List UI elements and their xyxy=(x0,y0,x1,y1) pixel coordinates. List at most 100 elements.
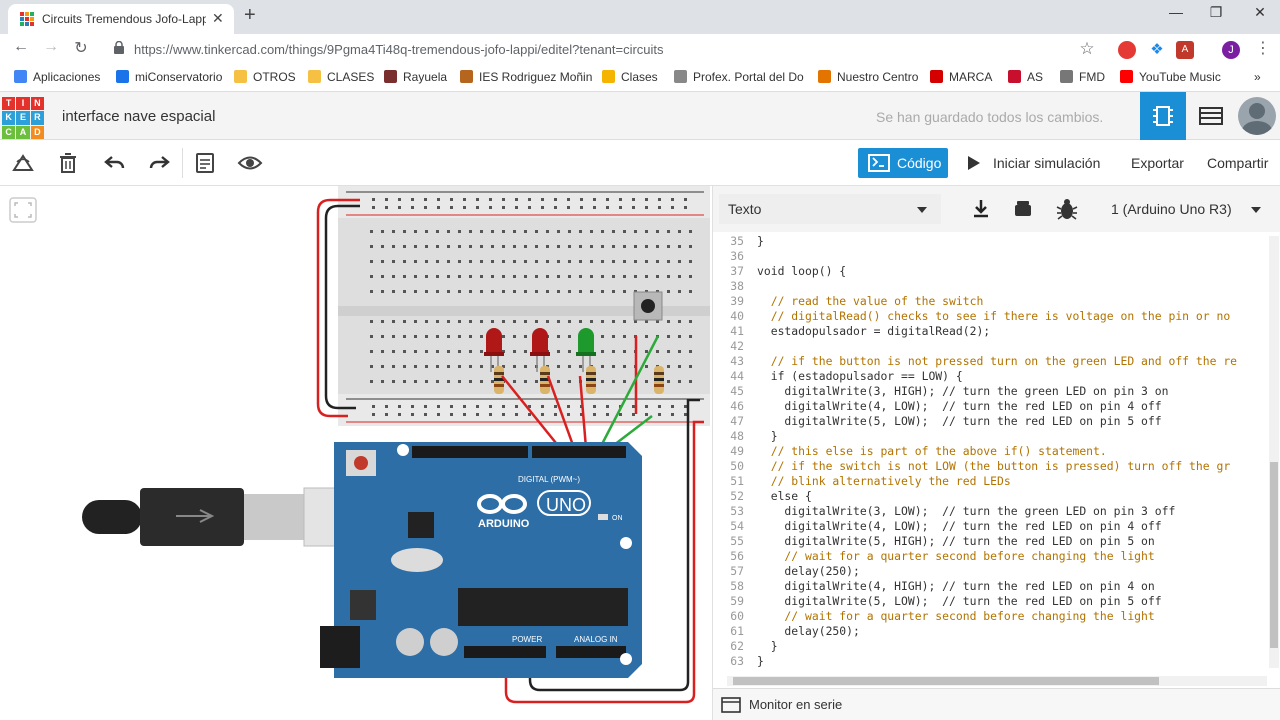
code-line[interactable]: 44 if (estadopulsador == LOW) { xyxy=(713,369,1269,384)
code-line[interactable]: 53 digitalWrite(3, LOW); // turn the gre… xyxy=(713,504,1269,519)
redo-icon[interactable] xyxy=(146,150,172,176)
browser-menu-icon[interactable]: ⋮ xyxy=(1252,38,1274,58)
code-line[interactable]: 48 } xyxy=(713,429,1269,444)
line-number: 40 xyxy=(730,309,744,323)
vertical-scroll-thumb[interactable] xyxy=(1270,462,1278,648)
bookmark-item[interactable]: MARCA xyxy=(930,70,992,84)
code-line[interactable]: 51 // blink alternatively the red LEDs xyxy=(713,474,1269,489)
window-close-icon[interactable]: ✕ xyxy=(1240,4,1280,21)
tab-close-icon[interactable]: ✕ xyxy=(212,10,224,27)
share-button[interactable]: Compartir xyxy=(1207,148,1268,178)
code-line[interactable]: 62 } xyxy=(713,639,1269,654)
code-line[interactable]: 47 digitalWrite(5, LOW); // turn the red… xyxy=(713,414,1269,429)
code-line[interactable]: 52 else { xyxy=(713,489,1269,504)
code-button[interactable]: Código xyxy=(858,148,948,178)
bookmark-item[interactable]: CLASES xyxy=(308,70,374,84)
code-line[interactable]: 35} xyxy=(713,234,1269,249)
back-icon[interactable]: ← xyxy=(10,38,32,56)
dropbox-icon[interactable]: ❖ xyxy=(1148,41,1166,59)
horizontal-scroll-thumb[interactable] xyxy=(733,677,1159,685)
code-mode-dropdown[interactable]: Texto xyxy=(719,194,941,224)
code-line[interactable]: 43 // if the button is not pressed turn … xyxy=(713,354,1269,369)
code-line[interactable]: 36 xyxy=(713,249,1269,264)
c-logo-icon xyxy=(116,70,129,83)
bookmark-item[interactable]: YouTube Music xyxy=(1120,70,1221,84)
code-horizontal-scrollbar[interactable] xyxy=(727,676,1267,686)
code-text: } xyxy=(757,234,764,248)
code-line[interactable]: 49 // this else is part of the above if(… xyxy=(713,444,1269,459)
design-name[interactable]: interface nave espacial xyxy=(62,108,215,125)
notes-icon[interactable] xyxy=(192,150,218,176)
reload-icon[interactable]: ↻ xyxy=(70,38,92,58)
bookmark-star-icon[interactable]: ☆ xyxy=(1076,39,1098,59)
code-line[interactable]: 55 digitalWrite(5, HIGH); // turn the re… xyxy=(713,534,1269,549)
serial-monitor-bar[interactable]: Monitor en serie xyxy=(713,688,1280,720)
code-line[interactable]: 57 delay(250); xyxy=(713,564,1269,579)
profile-avatar[interactable]: J xyxy=(1222,41,1240,59)
resistor-1[interactable] xyxy=(494,366,504,394)
pdf-extension-icon[interactable]: A xyxy=(1176,41,1194,59)
user-avatar[interactable] xyxy=(1238,97,1276,135)
circuit-view-button[interactable] xyxy=(1140,92,1186,140)
more-bookmarks-icon[interactable]: » xyxy=(1254,70,1261,84)
push-button-component[interactable] xyxy=(633,291,663,321)
bookmark-item[interactable]: IES Rodriguez Moñin xyxy=(460,70,592,84)
start-simulation-button[interactable]: Iniciar simulación xyxy=(956,148,1108,178)
code-line[interactable]: 50 // if the switch is not LOW (the butt… xyxy=(713,459,1269,474)
code-line[interactable]: 59 digitalWrite(5, LOW); // turn the red… xyxy=(713,594,1269,609)
code-line[interactable]: 39 // read the value of the switch xyxy=(713,294,1269,309)
code-editor-icon xyxy=(868,154,890,172)
play-icon xyxy=(968,156,980,170)
code-line[interactable]: 54 digitalWrite(4, LOW); // turn the red… xyxy=(713,519,1269,534)
code-line[interactable]: 41 estadopulsador = digitalRead(2); xyxy=(713,324,1269,339)
bookmark-item[interactable]: miConservatorio xyxy=(116,70,222,84)
eye-visibility-icon[interactable] xyxy=(237,150,263,176)
extension-red-icon[interactable] xyxy=(1118,41,1136,59)
arduino-uno-board[interactable]: ARDUINO UNO DIGITAL (PWM~) POWER ANALOG … xyxy=(320,442,642,678)
code-line[interactable]: 45 digitalWrite(3, HIGH); // turn the gr… xyxy=(713,384,1269,399)
bookmark-item[interactable]: Clases xyxy=(602,70,658,84)
new-tab-icon[interactable]: + xyxy=(244,4,256,27)
code-line[interactable]: 58 digitalWrite(4, HIGH); // turn the re… xyxy=(713,579,1269,594)
forward-icon[interactable]: → xyxy=(40,38,62,56)
resistor-4[interactable] xyxy=(654,366,664,394)
download-icon[interactable] xyxy=(967,196,995,222)
components-list-button[interactable] xyxy=(1188,92,1234,140)
code-line[interactable]: 42 xyxy=(713,339,1269,354)
code-line[interactable]: 38 xyxy=(713,279,1269,294)
circuit-canvas[interactable]: ARDUINO UNO DIGITAL (PWM~) POWER ANALOG … xyxy=(0,186,712,720)
tinkercad-logo[interactable]: TINKERCAD xyxy=(2,97,44,139)
maximize-icon[interactable]: ❐ xyxy=(1196,4,1236,21)
bookmark-item[interactable]: Rayuela xyxy=(384,70,447,84)
code-line[interactable]: 61 delay(250); xyxy=(713,624,1269,639)
address-bar[interactable]: https://www.tinkercad.com/things/9Pgma4T… xyxy=(104,37,1104,61)
board-select-dropdown[interactable]: 1 (Arduino Uno R3) xyxy=(1101,194,1273,224)
code-line[interactable]: 63} xyxy=(713,654,1269,669)
undo-icon[interactable] xyxy=(102,150,128,176)
bookmark-item[interactable]: Profex. Portal del Do xyxy=(674,70,804,84)
resistor-3[interactable] xyxy=(586,366,596,394)
code-vertical-scrollbar[interactable] xyxy=(1269,236,1279,668)
fit-view-icon[interactable] xyxy=(9,197,37,223)
code-line[interactable]: 56 // wait for a quarter second before c… xyxy=(713,549,1269,564)
reset-button-icon[interactable] xyxy=(354,456,368,470)
code-line[interactable]: 46 digitalWrite(4, LOW); // turn the red… xyxy=(713,399,1269,414)
trash-icon[interactable] xyxy=(55,150,81,176)
export-button[interactable]: Exportar xyxy=(1131,148,1184,178)
bookmark-item[interactable]: Nuestro Centro xyxy=(818,70,918,84)
debugger-bug-icon[interactable] xyxy=(1053,196,1081,222)
browser-tab[interactable]: Circuits Tremendous Jofo-Lappi | ✕ xyxy=(8,4,234,34)
code-editor[interactable]: 35} 36 37 void loop() {38 39 // read the val… xyxy=(713,234,1269,674)
bookmark-item[interactable]: AS xyxy=(1008,70,1043,84)
bookmark-label: miConservatorio xyxy=(135,70,223,84)
library-icon[interactable] xyxy=(1009,196,1037,222)
code-line[interactable]: 37 void loop() { xyxy=(713,264,1269,279)
bookmark-item[interactable]: OTROS xyxy=(234,70,296,84)
code-line[interactable]: 40 // digitalRead() checks to see if the… xyxy=(713,309,1269,324)
bookmark-item[interactable]: Aplicaciones xyxy=(14,70,100,84)
rotate-tool-icon[interactable] xyxy=(10,150,36,176)
line-number: 56 xyxy=(730,549,744,563)
bookmark-item[interactable]: FMD xyxy=(1060,70,1105,84)
code-line[interactable]: 60 // wait for a quarter second before c… xyxy=(713,609,1269,624)
minimize-icon[interactable]: — xyxy=(1156,4,1196,20)
